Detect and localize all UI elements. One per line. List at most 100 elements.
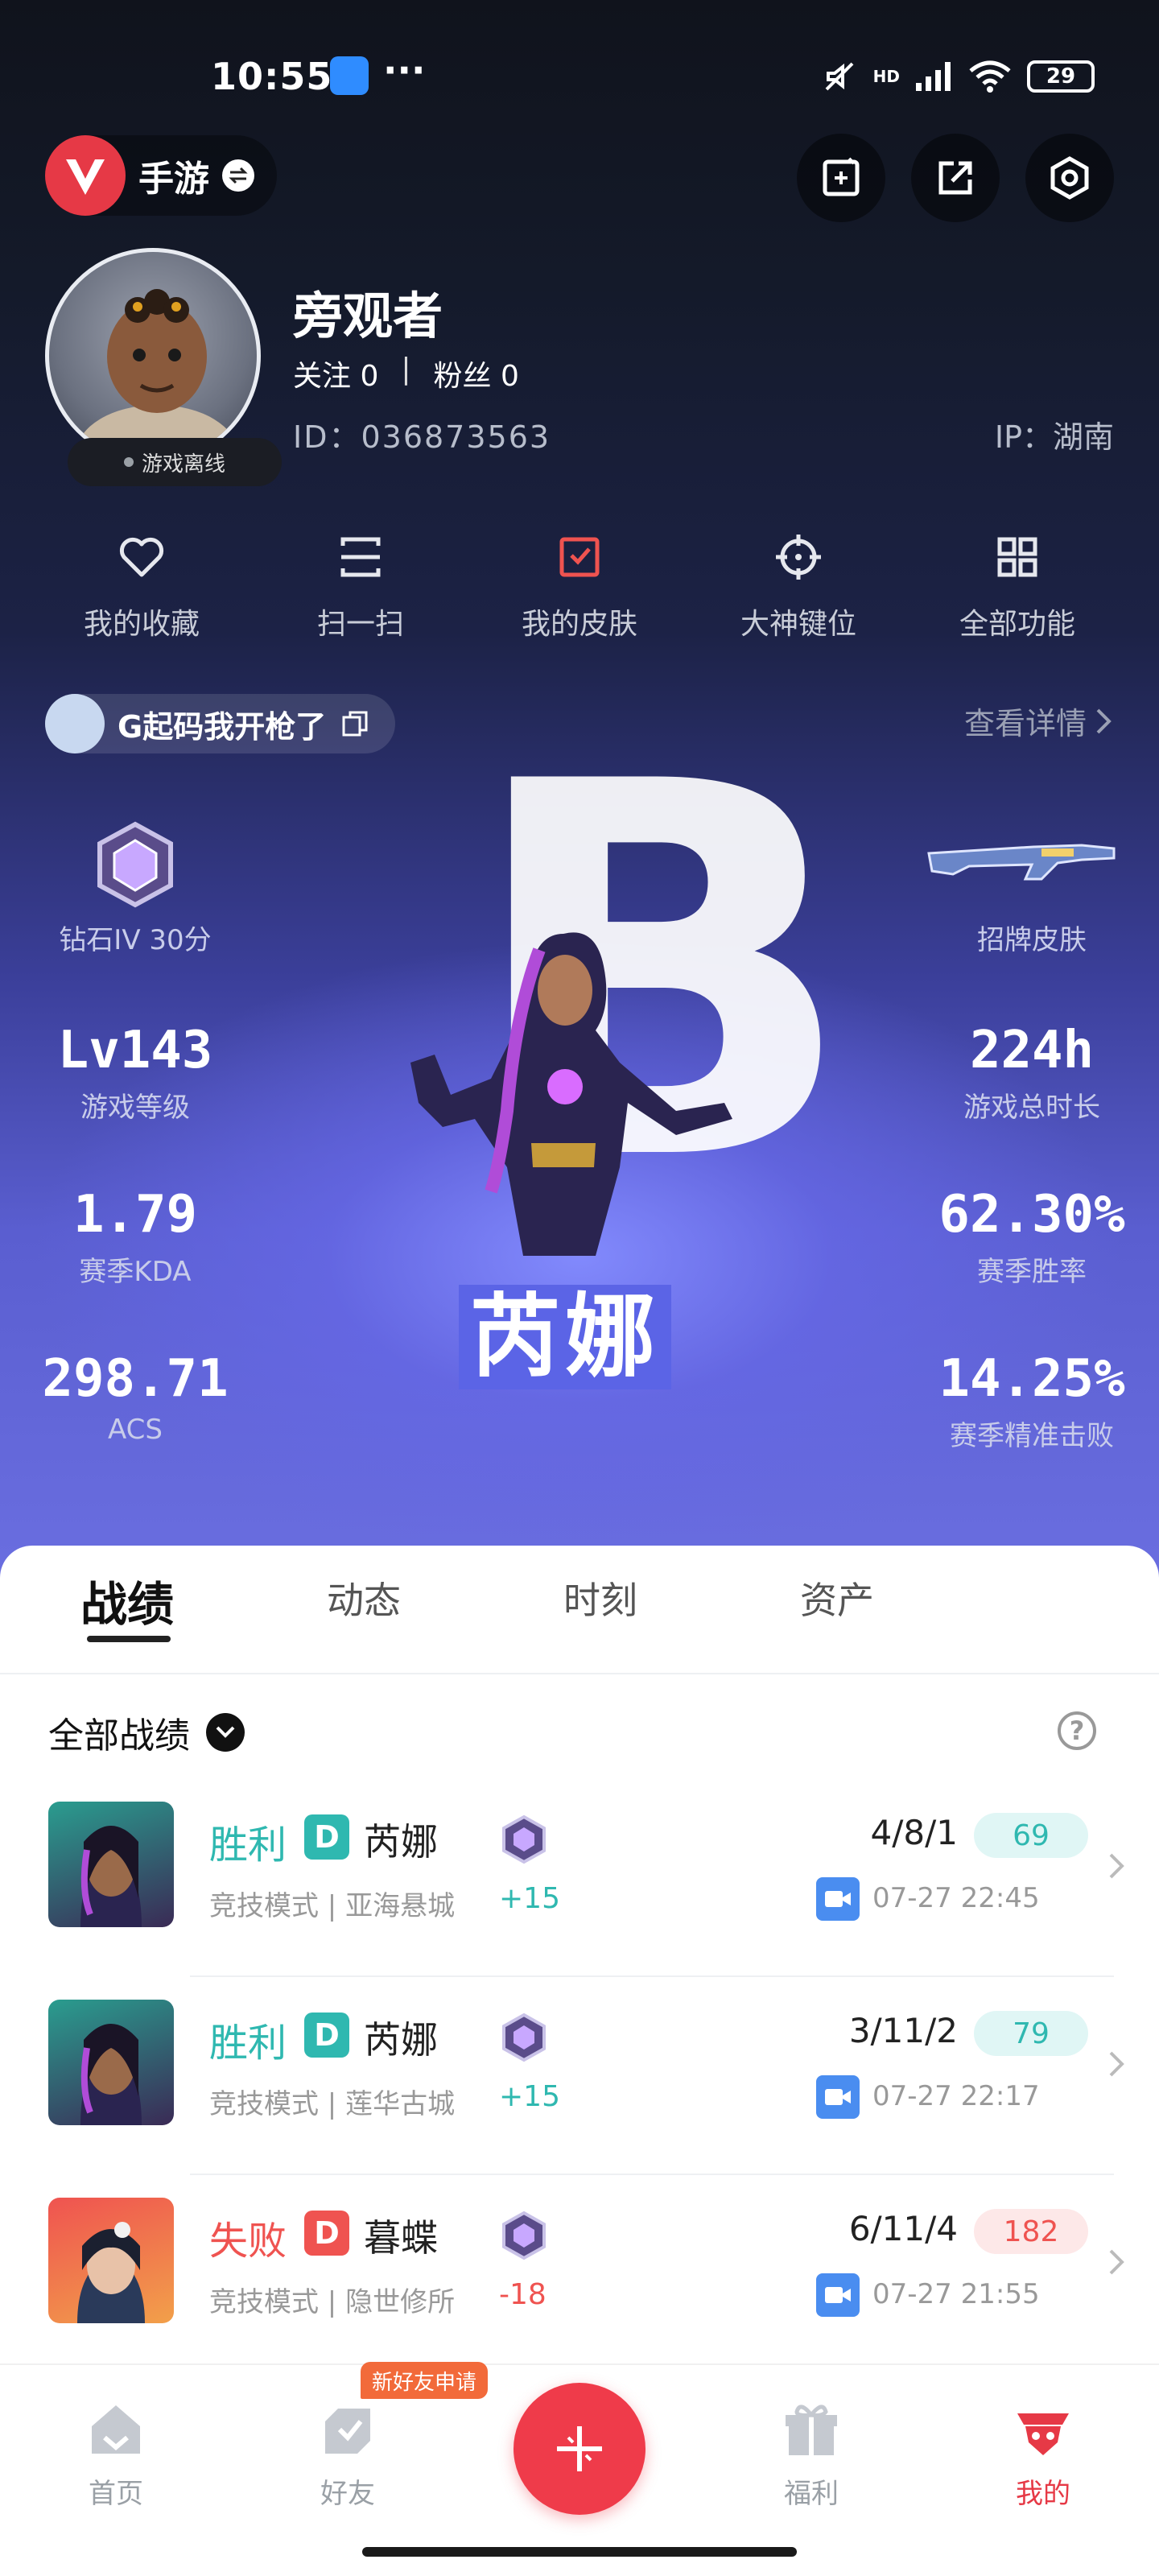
stat-playtime: 224h 游戏总时长 [911,1021,1153,1125]
quick-keymap[interactable]: 大神键位 [710,531,887,642]
more-notifications-icon: ··· [383,48,426,92]
status-bar: 10:55 ··· HD 29 [0,48,1159,113]
chevron-right-icon [1109,2249,1124,2275]
match-mode: 竞技模式 | 莲华古城 [209,2088,456,2120]
fans-label: 粉丝 [433,360,492,393]
agent-portrait-icon [80,1826,142,1927]
nav-home[interactable]: 首页 [35,2397,196,2511]
scan-icon [340,537,381,577]
fans-count: 0 [500,360,519,393]
quick-favorites-label: 我的收藏 [83,608,200,641]
match-rank-delta: +15 [499,2080,560,2113]
help-icon[interactable]: ? [1058,1711,1096,1750]
match-row[interactable]: 失败 D 暮蝶 竞技模式 | 隐世修所 -18 6/11/4 182 07-27… [0,2175,1159,2373]
settings-icon [1050,156,1089,200]
match-score: 79 [974,2011,1088,2056]
mode-label: 手游 [138,159,209,200]
stat-headshot-label: 赛季精准击败 [950,1420,1114,1452]
avatar[interactable] [45,248,261,464]
ip-location: IP：湖南 [994,419,1114,455]
friends-icon [325,2409,370,2454]
stat-headshot-value: 14.25% [938,1349,1125,1409]
match-kda: 6/11/4 [848,2209,958,2248]
match-row[interactable]: 胜利 D 芮娜 竞技模式 | 亚海悬城 +15 4/8/1 69 07-27 2… [0,1779,1159,1977]
stat-kda-label: 赛季KDA [79,1256,192,1288]
tab-assets[interactable]: 资产 [800,1571,874,1624]
profile-mask-icon [1017,2413,1069,2455]
home-icon [92,2405,140,2454]
skin-label: 招牌皮肤 [977,924,1087,956]
stat-acs-label: ACS [108,1414,163,1446]
stat-playtime-label: 游戏总时长 [963,1092,1100,1124]
match-time: 07-27 22:45 [872,1882,1040,1914]
tab-moments[interactable]: 时刻 [563,1571,637,1624]
nav-rewards[interactable]: 福利 [731,2397,892,2511]
content-panel: 战绩 动态 时刻 资产 全部战绩 ? 胜利 D 芮娜 竞技模式 | 亚海悬城 +… [0,1546,1159,2359]
nav-friends-label: 好友 [320,2478,375,2510]
profile-hero: 10:55 ··· HD 29 手游 游戏离线 旁观者 关注 0 | 粉丝 0 … [0,0,1159,1578]
stat-headshot: 14.25% 赛季精准击败 [911,1349,1153,1453]
grid-icon [997,537,1037,577]
quick-favorites[interactable]: 我的收藏 [53,531,230,642]
match-agent-name: 暮蝶 [364,2216,438,2260]
nav-home-label: 首页 [89,2478,143,2510]
weapon-skin-icon [927,844,1116,881]
match-result: 胜利 [209,2021,287,2066]
following-link[interactable]: 关注 0 [293,353,378,394]
quick-all-features[interactable]: 全部功能 [929,531,1106,642]
chevron-right-icon [1109,2051,1124,2077]
video-replay-icon[interactable] [816,2273,860,2317]
app-notification-icon [330,56,369,95]
video-replay-icon[interactable] [816,1877,860,1921]
settings-button[interactable] [1025,134,1114,222]
rank-badge-icon [502,1814,546,1864]
game-mode-switch[interactable]: 手游 [45,135,277,216]
records-filter[interactable]: 全部战绩 [48,1707,245,1758]
tab-active-indicator [87,1636,171,1642]
tab-records[interactable]: 战绩 [80,1567,174,1634]
match-agent-avatar [48,2198,174,2323]
status-icons: HD 29 [820,56,1095,97]
match-agent-avatar [48,2000,174,2125]
rank-badge-icon [502,2013,546,2062]
stat-winrate-label: 赛季胜率 [977,1256,1087,1288]
agent-figure-icon [410,932,732,1256]
match-role-tag: D [304,2013,349,2058]
match-time: 07-27 21:55 [872,2278,1040,2310]
match-row[interactable]: 胜利 D 芮娜 竞技模式 | 莲华古城 +15 3/11/2 79 07-27 … [0,1977,1159,2175]
chevron-right-icon [1096,708,1112,733]
create-post-button[interactable] [514,2383,645,2515]
stat-winrate-value: 62.30% [938,1185,1125,1245]
share-button[interactable] [911,134,1000,222]
agent-name: 芮娜 [459,1285,671,1389]
username: 旁观者 [293,287,443,345]
nav-friends[interactable]: 好友 [267,2397,428,2511]
copy-icon[interactable] [339,708,371,740]
avatar-container[interactable]: 游戏离线 [45,248,282,486]
chevron-down-icon [206,1713,245,1752]
fans-link[interactable]: 粉丝 0 [434,353,519,394]
title-badge[interactable]: G起码我开枪了 [45,694,396,753]
quick-scan[interactable]: 扫一扫 [272,531,449,642]
gift-icon [786,2405,837,2455]
quick-skins[interactable]: 我的皮肤 [491,531,668,642]
stat-level-value: Lv143 [57,1021,213,1080]
bottom-nav: 首页 好友 福利 我的 [0,2363,1159,2576]
video-replay-icon[interactable] [816,2075,860,2119]
view-details-link[interactable]: 查看详情 [964,699,1114,743]
quick-scan-label: 扫一扫 [316,608,404,641]
following-label: 关注 [293,360,352,393]
match-agent-name: 芮娜 [364,2018,438,2062]
tabs-divider [0,1673,1159,1674]
swap-icon [222,159,254,192]
home-indicator[interactable] [362,2547,797,2557]
quick-all-features-label: 全部功能 [959,608,1075,641]
network-type: HD [872,67,900,86]
stat-acs: 298.71 ACS [14,1349,256,1446]
match-result: 胜利 [209,1823,287,1868]
stat-acs-value: 298.71 [42,1349,229,1409]
edit-card-button[interactable] [797,134,885,222]
nav-me[interactable]: 我的 [963,2397,1124,2511]
tab-activity[interactable]: 动态 [327,1571,401,1624]
status-dot-icon [123,457,134,467]
